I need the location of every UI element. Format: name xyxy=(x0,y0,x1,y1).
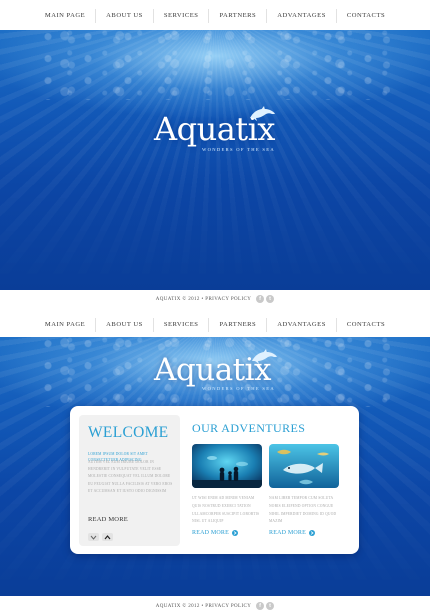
arrow-right-icon xyxy=(231,530,238,536)
adventure-card-1-text: UT WISI ENIM AD MINIM VENIAM QUIS NOSTRU… xyxy=(192,496,260,524)
facebook-icon[interactable]: f xyxy=(256,295,265,303)
nav-services-2[interactable]: SERVICES xyxy=(152,317,209,332)
top-navigation-2: MAIN PAGE ABOUT US SERVICES PARTNERS ADV… xyxy=(0,310,430,339)
adventure-card-2-text: NAM LIBER TEMPOR CUM SOLUTA NOBIS ELEIFE… xyxy=(269,496,337,524)
nav-advantages-1[interactable]: ADVANTAGES xyxy=(266,8,336,23)
nav-about-us-1[interactable]: ABOUT US xyxy=(95,8,153,23)
content-panel: WELCOME LOREM IPSUM DOLOR SIT AMET CONSE… xyxy=(70,406,359,554)
aquarium-scene-image xyxy=(192,444,262,488)
slider-next-button[interactable] xyxy=(102,533,113,541)
twitter-icon[interactable]: t xyxy=(266,602,275,610)
nav-partners-2[interactable]: PARTNERS xyxy=(208,317,266,332)
welcome-body: AUTEM VEL EUM IRIURE DOLOR IN HENDRERIT … xyxy=(88,460,173,493)
nav-advantages-2[interactable]: ADVANTAGES xyxy=(266,317,336,332)
nav-contacts-1[interactable]: CONTACTS xyxy=(335,8,395,23)
slider-prev-button[interactable] xyxy=(88,533,99,541)
adventure-card-1-read-more-label: READ MORE xyxy=(192,530,229,536)
welcome-read-more-link[interactable]: READ MORE xyxy=(88,516,128,523)
logo-2[interactable]: Aquatix WONDERS OF THE SEA xyxy=(154,349,294,402)
logo-1[interactable]: Aquatix WONDERS OF THE SEA xyxy=(154,106,294,160)
adventure-card-2-read-more-label: READ MORE xyxy=(269,530,306,536)
nav-partners-1[interactable]: PARTNERS xyxy=(208,8,266,23)
nav-main-page-1[interactable]: MAIN PAGE xyxy=(35,9,95,23)
adventure-card-2: NAM LIBER TEMPOR CUM SOLUTA NOBIS ELEIFE… xyxy=(269,444,339,536)
dolphin-icon xyxy=(250,106,275,121)
water-surface xyxy=(40,30,390,100)
top-navigation-1: MAIN PAGE ABOUT US SERVICES PARTNERS ADV… xyxy=(0,1,430,30)
nav-main-page-2[interactable]: MAIN PAGE xyxy=(35,318,95,332)
aquarium-visitors-image[interactable] xyxy=(192,444,262,488)
facebook-icon[interactable]: f xyxy=(256,602,265,610)
nav-services-1[interactable]: SERVICES xyxy=(152,8,209,23)
adventure-card-2-read-more[interactable]: READ MORE xyxy=(269,530,315,536)
slider-controls xyxy=(88,533,113,541)
welcome-title: WELCOME xyxy=(88,424,169,441)
logo-tagline-1: WONDERS OF THE SEA xyxy=(202,147,275,152)
dolphin-icon xyxy=(252,349,277,364)
twitter-icon[interactable]: t xyxy=(266,295,275,303)
adventures-title: OUR ADVENTURES xyxy=(192,421,306,435)
nav-contacts-2[interactable]: CONTACTS xyxy=(335,317,395,332)
fish-scene-image xyxy=(269,444,339,488)
footer-copyright-1: AQUATIX © 2012 • PRIVACY POLICY xyxy=(155,296,252,302)
arrow-right-icon xyxy=(308,530,315,536)
footer-2: AQUATIX © 2012 • PRIVACY POLICY f t xyxy=(0,597,430,615)
welcome-box: WELCOME LOREM IPSUM DOLOR SIT AMET CONSE… xyxy=(79,415,180,546)
adventure-card-1-read-more[interactable]: READ MORE xyxy=(192,530,238,536)
fish-tank-image[interactable] xyxy=(269,444,339,488)
logo-tagline-2: WONDERS OF THE SEA xyxy=(202,386,275,391)
chevron-down-icon xyxy=(90,535,97,540)
footer-copyright-2: AQUATIX © 2012 • PRIVACY POLICY xyxy=(155,603,252,609)
hero-ocean-1: Aquatix WONDERS OF THE SEA xyxy=(0,30,430,290)
chevron-up-icon xyxy=(104,534,111,539)
nav-about-us-2[interactable]: ABOUT US xyxy=(95,317,153,332)
adventure-card-1: UT WISI ENIM AD MINIM VENIAM QUIS NOSTRU… xyxy=(192,444,262,536)
